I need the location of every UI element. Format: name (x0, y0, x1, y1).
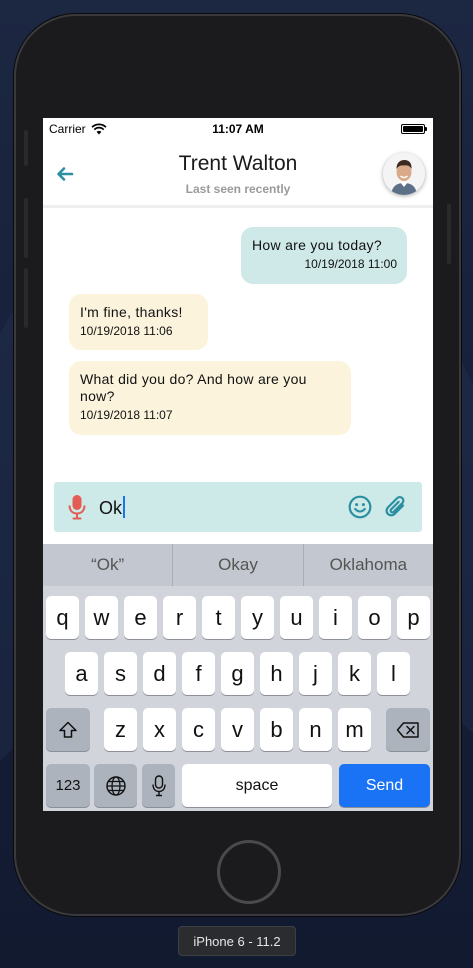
key-v[interactable]: v (221, 708, 254, 751)
key-g[interactable]: g (221, 652, 254, 695)
avatar[interactable] (383, 153, 425, 195)
delete-key[interactable] (386, 708, 430, 751)
message-composer: Ok (54, 482, 422, 532)
key-z[interactable]: z (104, 708, 137, 751)
volume-up-button (24, 198, 28, 258)
microphone-icon (151, 774, 166, 796)
key-u[interactable]: u (280, 596, 313, 639)
key-y[interactable]: y (241, 596, 274, 639)
microphone-icon[interactable] (68, 494, 86, 520)
message-timestamp: 10/19/2018 11:07 (80, 408, 173, 422)
battery-icon (401, 124, 427, 134)
key-p[interactable]: p (397, 596, 430, 639)
message-text: What did you do? And how are you now? (80, 371, 307, 404)
key-j[interactable]: j (299, 652, 332, 695)
shift-icon (59, 721, 77, 738)
shift-key[interactable] (46, 708, 90, 751)
key-c[interactable]: c (182, 708, 215, 751)
app-screen: Carrier 11:07 AM Trent Walton Last seen … (43, 118, 433, 811)
key-a[interactable]: a (65, 652, 98, 695)
mute-switch (24, 130, 28, 166)
message-input-value: Ok (99, 498, 123, 518)
key-b[interactable]: b (260, 708, 293, 751)
key-l[interactable]: l (377, 652, 410, 695)
key-h[interactable]: h (260, 652, 293, 695)
numbers-key[interactable]: 123 (46, 764, 90, 807)
suggestion-item[interactable]: Oklahoma (304, 544, 433, 586)
globe-key[interactable] (94, 764, 137, 807)
home-button[interactable] (217, 840, 281, 904)
emoji-icon[interactable] (348, 495, 372, 519)
key-n[interactable]: n (299, 708, 332, 751)
send-button[interactable]: Send (339, 764, 430, 807)
text-cursor (123, 496, 126, 518)
key-r[interactable]: r (163, 596, 196, 639)
globe-icon (105, 775, 126, 796)
message-timestamp: 10/19/2018 11:06 (80, 324, 173, 338)
last-seen-status: Last seen recently (185, 182, 291, 196)
key-x[interactable]: x (143, 708, 176, 751)
volume-down-button (24, 268, 28, 328)
message-list: How are you today? 10/19/2018 11:00 I'm … (43, 208, 433, 476)
key-i[interactable]: i (319, 596, 352, 639)
message-bubble-outgoing: How are you today? 10/19/2018 11:00 (241, 227, 407, 284)
message-bubble-incoming: I'm fine, thanks! 10/19/2018 11:06 (69, 294, 208, 350)
message-input[interactable]: Ok (99, 496, 126, 519)
backspace-icon (396, 721, 419, 738)
chat-header: Trent Walton Last seen recently (43, 140, 433, 208)
attachment-icon[interactable] (384, 494, 408, 520)
key-e[interactable]: e (124, 596, 157, 639)
contact-photo-icon (383, 153, 425, 195)
status-time: 11:07 AM (212, 122, 264, 136)
on-screen-keyboard: “Ok” Okay Oklahoma q w e r t y u i o p a… (43, 544, 433, 811)
suggestion-item[interactable]: “Ok” (43, 544, 174, 586)
simulator-device-label: iPhone 6 - 11.2 (178, 926, 296, 956)
message-text: How are you today? (252, 237, 382, 253)
key-w[interactable]: w (85, 596, 118, 639)
key-k[interactable]: k (338, 652, 371, 695)
message-text: I'm fine, thanks! (80, 304, 183, 320)
key-q[interactable]: q (46, 596, 79, 639)
key-d[interactable]: d (143, 652, 176, 695)
key-o[interactable]: o (358, 596, 391, 639)
key-s[interactable]: s (104, 652, 137, 695)
suggestion-item[interactable]: Okay (173, 544, 304, 586)
contact-name: Trent Walton (178, 152, 298, 175)
dictation-key[interactable] (142, 764, 175, 807)
space-key[interactable]: space (182, 764, 332, 807)
message-bubble-incoming: What did you do? And how are you now? 10… (69, 361, 351, 435)
key-m[interactable]: m (338, 708, 371, 751)
predictive-text-bar: “Ok” Okay Oklahoma (43, 544, 433, 586)
key-t[interactable]: t (202, 596, 235, 639)
key-f[interactable]: f (182, 652, 215, 695)
status-bar: Carrier 11:07 AM (43, 118, 433, 140)
message-timestamp: 10/19/2018 11:00 (304, 257, 397, 271)
power-button (447, 204, 451, 264)
